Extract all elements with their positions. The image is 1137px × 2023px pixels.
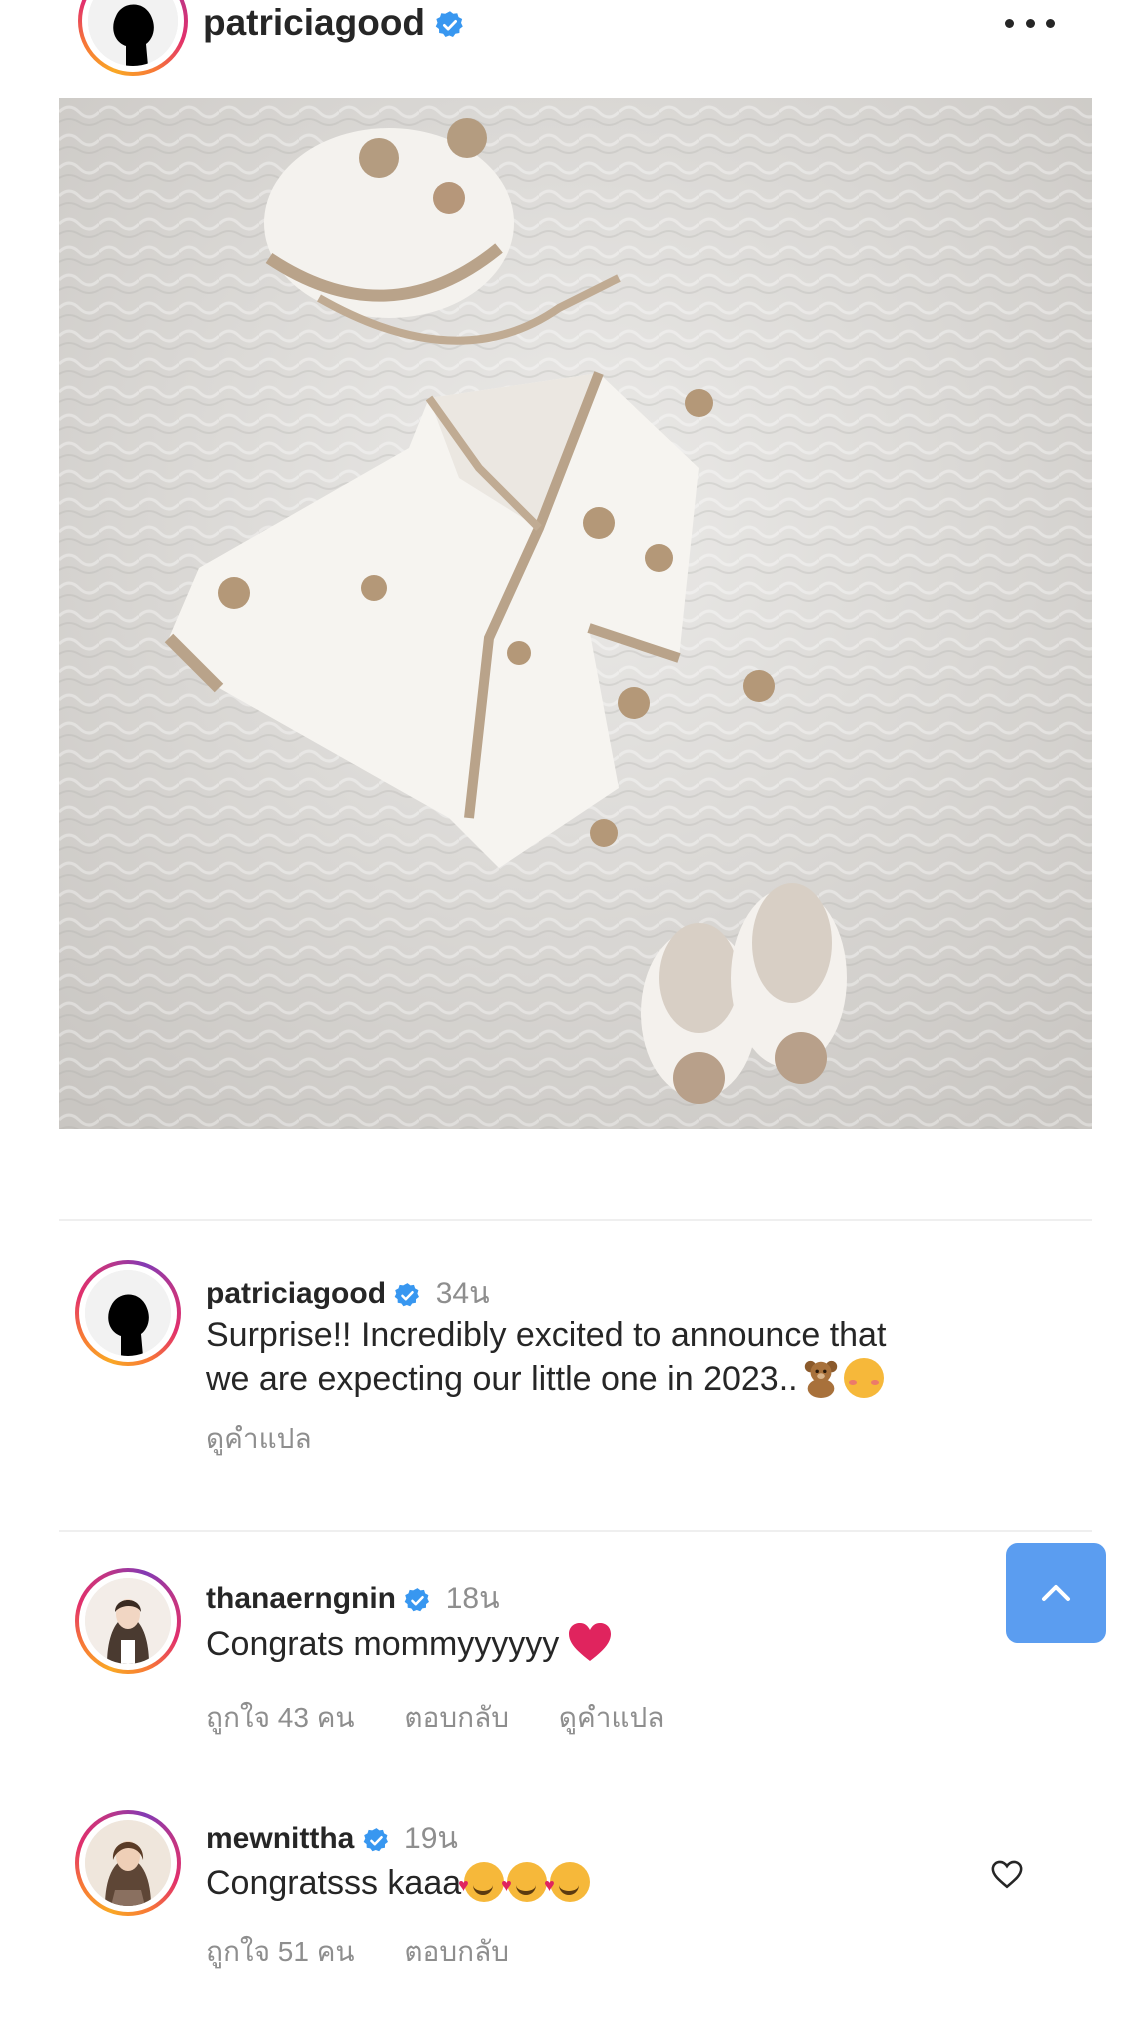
comment-time: 18น	[445, 1582, 500, 1615]
commenter-avatar[interactable]	[75, 1568, 181, 1674]
more-dot	[1025, 18, 1035, 28]
comment-text: Surprise!! Incredibly excited to announc…	[206, 1313, 1036, 1401]
baby-clothes-photo	[59, 98, 1092, 1129]
more-dot	[1046, 18, 1055, 28]
reply-button[interactable]: ตอบกลับ	[404, 1702, 509, 1733]
comment-actions: ดูคำแปล	[206, 1417, 354, 1461]
comment-username[interactable]: thanaerngnin	[206, 1582, 396, 1615]
likes-count[interactable]: ถูกใจ 51 คน	[206, 1936, 355, 1967]
commenter-avatar[interactable]	[75, 1810, 181, 1916]
smiling-face-with-hearts-emoji-icon	[544, 1862, 591, 1902]
hand-over-mouth-emoji-icon	[843, 1358, 884, 1398]
smiling-face-with-hearts-emoji-icon	[458, 1862, 505, 1902]
caption-avatar[interactable]	[75, 1260, 181, 1366]
scroll-to-top-button[interactable]	[1006, 1543, 1106, 1643]
likes-count[interactable]: ถูกใจ 43 คน	[206, 1702, 355, 1733]
chevron-up-icon	[1042, 1585, 1070, 1601]
comment-actions: ถูกใจ 51 คน ตอบกลับ	[206, 1930, 551, 1974]
comment-actions: ถูกใจ 43 คน ตอบกลับ ดูคำแปล	[206, 1696, 706, 1740]
comment-time: 34น	[435, 1277, 490, 1310]
comment-text: Congrats mommyyyyyy	[206, 1621, 1036, 1666]
divider	[59, 1530, 1092, 1532]
post-author-name[interactable]: patriciagood	[203, 2, 465, 44]
comment-author[interactable]: mewnittha 19น	[206, 1815, 458, 1862]
profile-photo	[85, 1820, 171, 1906]
comment-username[interactable]: mewnittha	[206, 1822, 354, 1855]
post-image[interactable]	[59, 98, 1092, 1129]
smiling-face-with-hearts-emoji-icon	[501, 1862, 548, 1902]
comment-text-line: Surprise!! Incredibly excited to announc…	[206, 1316, 887, 1354]
comment-text-line: we are expecting our little one in 2023.…	[206, 1360, 798, 1398]
comment-author[interactable]: patriciagood 34น	[206, 1270, 490, 1317]
verified-badge-icon	[363, 1827, 388, 1851]
comment-text: Congratsss kaaa	[206, 1861, 1036, 1905]
silhouette-icon	[85, 1270, 171, 1356]
caption-comment: patriciagood 34น Surprise!! Incredibly e…	[0, 1255, 1137, 1475]
teddy-bear-emoji-icon	[804, 1360, 837, 1398]
verified-badge-icon	[395, 1282, 420, 1306]
reply-button[interactable]: ตอบกลับ	[404, 1936, 509, 1967]
more-dot	[1005, 18, 1014, 28]
comment-time: 19น	[404, 1822, 458, 1855]
verified-badge-icon	[405, 1587, 430, 1611]
comment-text-content: Congratsss kaaa	[206, 1864, 462, 1902]
comment-item: mewnittha 19น Congratsss kaaa ถูกใจ 51 ค…	[0, 1806, 1137, 2006]
profile-photo	[85, 1578, 171, 1664]
more-options-button[interactable]	[1005, 8, 1055, 38]
see-translation-link[interactable]: ดูคำแปล	[206, 1423, 312, 1454]
comment-author[interactable]: thanaerngnin 18น	[206, 1575, 500, 1622]
post-author-avatar[interactable]	[78, 0, 188, 76]
post-author-username[interactable]: patriciagood	[203, 2, 425, 43]
like-heart-icon[interactable]	[990, 1857, 1024, 1891]
comment-text-content: Congrats mommyyyyyy	[206, 1625, 560, 1663]
comment-item: thanaerngnin 18น Congrats mommyyyyyy ถูก…	[0, 1565, 1137, 1765]
divider	[59, 1219, 1092, 1221]
red-heart-emoji-icon	[569, 1623, 612, 1661]
comment-username[interactable]: patriciagood	[206, 1277, 386, 1310]
see-translation-link[interactable]: ดูคำแปล	[559, 1702, 665, 1733]
verified-badge-icon	[436, 11, 464, 38]
